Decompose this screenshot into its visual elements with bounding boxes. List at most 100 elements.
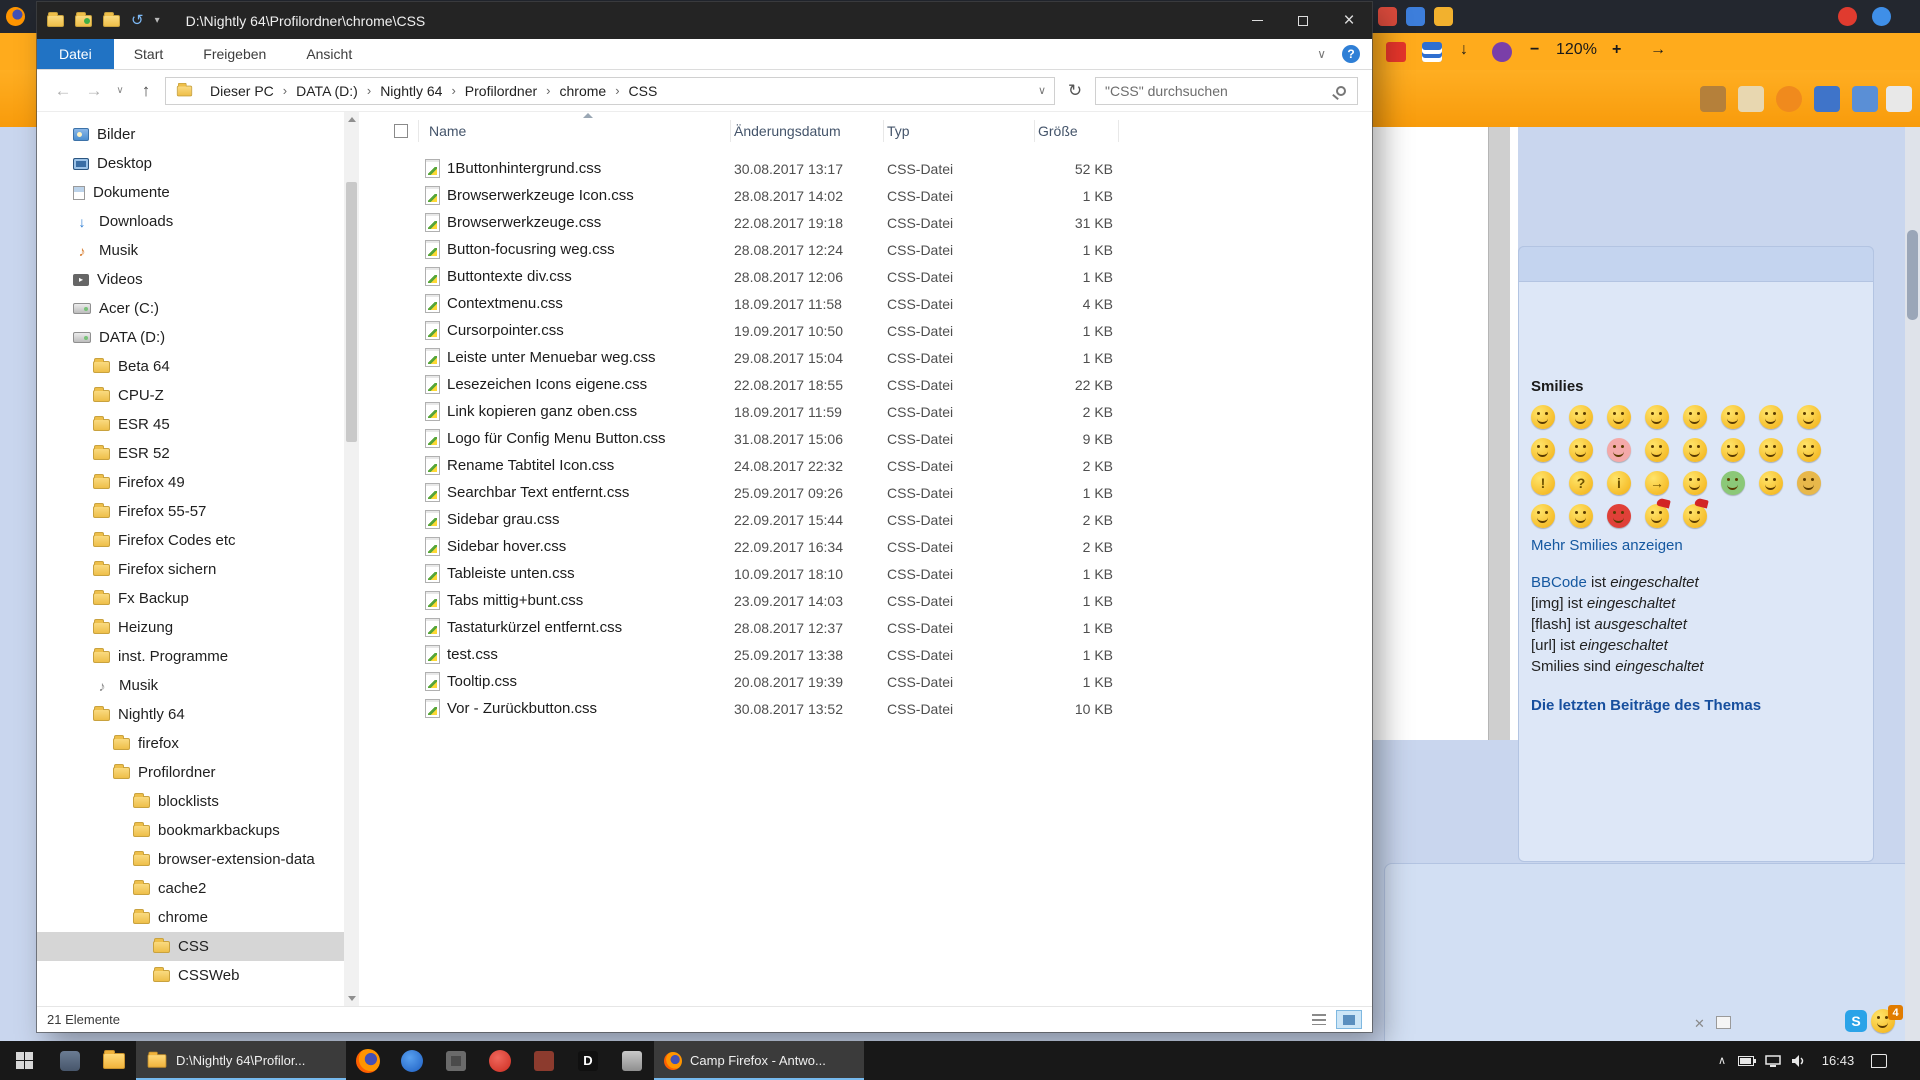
file-row[interactable]: Cursorpointer.css19.09.2017 10:50CSS-Dat… bbox=[383, 317, 1372, 344]
smiley-icon[interactable] bbox=[1531, 438, 1555, 462]
extension-icon[interactable] bbox=[1872, 7, 1891, 26]
smiley-icon[interactable] bbox=[1531, 504, 1555, 528]
panel-scrollbar[interactable] bbox=[1488, 127, 1510, 740]
file-row[interactable]: Tableiste unten.css10.09.2017 18:10CSS-D… bbox=[383, 560, 1372, 587]
tree-item[interactable]: firefox bbox=[37, 729, 344, 758]
explorer-titlebar[interactable]: ↺ ▾ D:\Nightly 64\Profilordner\chrome\CS… bbox=[37, 2, 1372, 39]
smiley-icon[interactable] bbox=[1759, 438, 1783, 462]
tree-scrollbar[interactable] bbox=[344, 112, 359, 1006]
forward-icon[interactable]: → bbox=[82, 81, 106, 101]
tree-item[interactable]: ♪Musik bbox=[37, 671, 344, 700]
large-icons-view-button[interactable] bbox=[1336, 1010, 1362, 1029]
adblock-icon[interactable] bbox=[1386, 42, 1406, 62]
ribbon-expand-chevron-icon[interactable]: ∨ bbox=[1317, 47, 1326, 61]
select-all-checkbox[interactable] bbox=[383, 120, 419, 142]
toolbar-button-icon[interactable] bbox=[1814, 86, 1840, 112]
tree-item[interactable]: Firefox 55-57 bbox=[37, 497, 344, 526]
smiley-icon[interactable] bbox=[1797, 471, 1821, 495]
smiley-icon[interactable] bbox=[1797, 438, 1821, 462]
toolbar-button-icon[interactable] bbox=[1738, 86, 1764, 112]
smiley-icon[interactable] bbox=[1759, 471, 1783, 495]
ribbon-tab-start[interactable]: Start bbox=[114, 39, 184, 69]
more-smilies-link[interactable]: Mehr Smilies anzeigen bbox=[1531, 537, 1877, 554]
taskbar-app-icon[interactable] bbox=[48, 1041, 92, 1080]
tree-item[interactable]: ♪Musik bbox=[37, 236, 344, 265]
toolbar-button-icon[interactable] bbox=[1886, 86, 1912, 112]
file-row[interactable]: 1Buttonhintergrund.css30.08.2017 13:17CS… bbox=[383, 155, 1372, 182]
findbar-close-icon[interactable]: ✕ bbox=[1694, 1016, 1705, 1032]
file-row[interactable]: Lesezeichen Icons eigene.css22.08.2017 1… bbox=[383, 371, 1372, 398]
column-header-name[interactable]: Name bbox=[419, 120, 731, 142]
tree-item[interactable]: DATA (D:) bbox=[37, 323, 344, 352]
column-header-type[interactable]: Typ bbox=[884, 120, 1035, 142]
scroll-up-icon[interactable] bbox=[348, 117, 356, 122]
smiley-icon[interactable] bbox=[1569, 405, 1593, 429]
file-row[interactable]: Vor - Zurückbutton.css30.08.2017 13:52CS… bbox=[383, 695, 1372, 722]
smiley-icon[interactable]: ? bbox=[1569, 471, 1593, 495]
action-center-icon[interactable] bbox=[1864, 1054, 1894, 1068]
smiley-icon[interactable] bbox=[1721, 471, 1745, 495]
column-header-size[interactable]: Größe bbox=[1035, 120, 1119, 142]
taskbar-task-explorer[interactable]: D:\Nightly 64\Profilor... bbox=[136, 1041, 346, 1080]
tree-item[interactable]: ↓Downloads bbox=[37, 207, 344, 236]
page-scrollbar-thumb[interactable] bbox=[1907, 230, 1918, 320]
extension-icon[interactable] bbox=[1434, 7, 1453, 26]
extension-icon[interactable] bbox=[1406, 7, 1425, 26]
tree-item[interactable]: Nightly 64 bbox=[37, 700, 344, 729]
skype-status-icon[interactable]: S bbox=[1845, 1010, 1867, 1032]
folder-properties-icon[interactable] bbox=[47, 15, 64, 27]
download-arrow-icon[interactable]: ↓ bbox=[1460, 41, 1468, 59]
smiley-icon[interactable] bbox=[1759, 405, 1783, 429]
tree-item[interactable]: ▸Videos bbox=[37, 265, 344, 294]
column-header-date[interactable]: Änderungsdatum bbox=[731, 120, 884, 142]
breadcrumb-item[interactable]: chrome bbox=[553, 83, 614, 99]
minimize-button[interactable] bbox=[1234, 2, 1280, 39]
tree-item[interactable]: Dokumente bbox=[37, 178, 344, 207]
address-dropdown-chevron-icon[interactable]: ∨ bbox=[1038, 84, 1046, 97]
zoom-level[interactable]: 120% bbox=[1556, 41, 1597, 59]
file-row[interactable]: Contextmenu.css18.09.2017 11:58CSS-Datei… bbox=[383, 290, 1372, 317]
breadcrumb-item[interactable]: Profilordner bbox=[458, 83, 544, 99]
findbar-field[interactable] bbox=[1716, 1016, 1731, 1029]
app-icon[interactable] bbox=[478, 1041, 522, 1080]
smiley-icon[interactable] bbox=[1607, 438, 1631, 462]
smiley-icon[interactable] bbox=[1683, 471, 1707, 495]
tree-item[interactable]: ESR 52 bbox=[37, 439, 344, 468]
file-row[interactable]: Browserwerkzeuge.css22.08.2017 19:18CSS-… bbox=[383, 209, 1372, 236]
breadcrumb-item[interactable]: Nightly 64 bbox=[373, 83, 449, 99]
zoom-in-icon[interactable]: + bbox=[1612, 41, 1621, 59]
tray-expand-chevron-icon[interactable]: ∧ bbox=[1710, 1054, 1734, 1067]
refresh-icon[interactable]: ↻ bbox=[1062, 81, 1088, 101]
smiley-icon[interactable] bbox=[1645, 438, 1669, 462]
tree-item[interactable]: browser-extension-data bbox=[37, 845, 344, 874]
bookmarks-icon[interactable] bbox=[1422, 42, 1442, 62]
file-row[interactable]: Sidebar grau.css22.09.2017 15:44CSS-Date… bbox=[383, 506, 1372, 533]
file-row[interactable]: Tooltip.css20.08.2017 19:39CSS-Datei1 KB bbox=[383, 668, 1372, 695]
toolbar-button-icon[interactable] bbox=[1852, 86, 1878, 112]
start-button[interactable] bbox=[0, 1041, 48, 1080]
qat-customize-chevron-icon[interactable]: ▾ bbox=[155, 15, 160, 26]
smiley-icon[interactable]: → bbox=[1645, 471, 1669, 495]
smiley-icon[interactable] bbox=[1569, 504, 1593, 528]
toolbar-button-icon[interactable] bbox=[1776, 86, 1802, 112]
help-icon[interactable]: ? bbox=[1342, 45, 1360, 63]
tree-item[interactable]: Firefox Codes etc bbox=[37, 526, 344, 555]
search-icon[interactable] bbox=[1336, 86, 1346, 96]
tree-item[interactable]: bookmarkbackups bbox=[37, 816, 344, 845]
smiley-icon[interactable] bbox=[1645, 504, 1669, 528]
tree-item[interactable]: CSSWeb bbox=[37, 961, 344, 990]
tree-item[interactable]: Bilder bbox=[37, 120, 344, 149]
breadcrumb-item[interactable]: Dieser PC bbox=[203, 83, 281, 99]
app-icon-d[interactable]: D bbox=[566, 1041, 610, 1080]
tree-item[interactable]: Firefox sichern bbox=[37, 555, 344, 584]
smiley-icon[interactable] bbox=[1683, 438, 1707, 462]
scroll-down-icon[interactable] bbox=[348, 996, 356, 1001]
smiley-icon[interactable] bbox=[1797, 405, 1821, 429]
search-input[interactable]: "CSS" durchsuchen bbox=[1095, 77, 1358, 105]
thunderbird-icon[interactable] bbox=[390, 1041, 434, 1080]
file-row[interactable]: Leiste unter Menuebar weg.css29.08.2017 … bbox=[383, 344, 1372, 371]
app-icon[interactable] bbox=[610, 1041, 654, 1080]
file-row[interactable]: test.css25.09.2017 13:38CSS-Datei1 KB bbox=[383, 641, 1372, 668]
tree-scrollbar-thumb[interactable] bbox=[346, 182, 357, 442]
close-button[interactable]: × bbox=[1326, 2, 1372, 39]
